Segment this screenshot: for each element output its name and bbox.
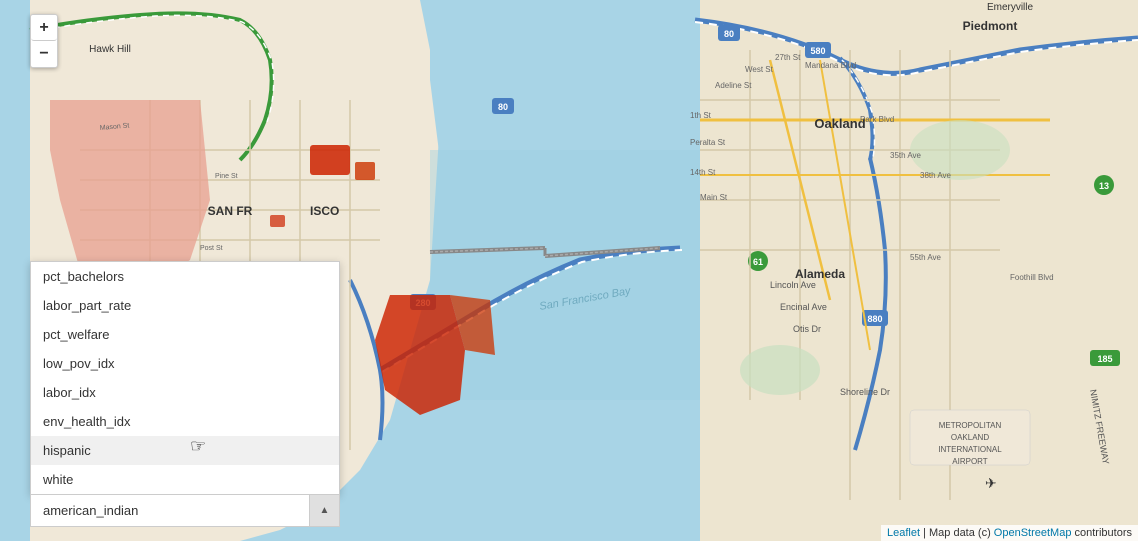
svg-text:Mandana Blvd: Mandana Blvd bbox=[805, 61, 856, 70]
attribution: Leaflet | Map data (c) OpenStreetMap con… bbox=[881, 525, 1138, 541]
svg-text:Alameda: Alameda bbox=[795, 267, 845, 281]
map-container[interactable]: 80 80 580 880 280 61 13 185 bbox=[0, 0, 1138, 541]
select-value-button[interactable]: american_indian bbox=[31, 495, 309, 526]
leaflet-link[interactable]: Leaflet bbox=[887, 527, 920, 539]
svg-text:Peralta St: Peralta St bbox=[690, 138, 726, 147]
svg-text:Shoreline Dr: Shoreline Dr bbox=[840, 387, 890, 397]
svg-text:35th Ave: 35th Ave bbox=[890, 151, 922, 160]
svg-text:Hawk Hill: Hawk Hill bbox=[89, 44, 131, 55]
menu-item-labor-idx[interactable]: labor_idx bbox=[31, 378, 339, 407]
menu-item-white[interactable]: white bbox=[31, 465, 339, 494]
svg-text:55th Ave: 55th Ave bbox=[910, 253, 942, 262]
svg-text:14th St: 14th St bbox=[690, 168, 716, 177]
svg-text:Park Blvd: Park Blvd bbox=[860, 115, 894, 124]
zoom-in-button[interactable]: + bbox=[31, 15, 57, 41]
select-arrow-button[interactable]: ▲ bbox=[309, 495, 339, 526]
svg-text:AIRPORT: AIRPORT bbox=[952, 457, 988, 466]
arrow-up-icon: ▲ bbox=[320, 505, 330, 516]
svg-text:185: 185 bbox=[1097, 354, 1112, 364]
svg-text:INTERNATIONAL: INTERNATIONAL bbox=[938, 445, 1002, 454]
svg-text:61: 61 bbox=[753, 257, 763, 267]
svg-text:OAKLAND: OAKLAND bbox=[951, 433, 989, 442]
svg-text:✈: ✈ bbox=[985, 475, 997, 491]
menu-item-low-pov-idx[interactable]: low_pov_idx bbox=[31, 349, 339, 378]
svg-text:Foothill Blvd: Foothill Blvd bbox=[1010, 273, 1054, 282]
menu-item-pct-welfare[interactable]: pct_welfare bbox=[31, 320, 339, 349]
zoom-out-button[interactable]: − bbox=[31, 41, 57, 67]
menu-item-hispanic[interactable]: hispanic bbox=[31, 436, 339, 465]
svg-text:ISCO: ISCO bbox=[310, 204, 339, 218]
menu-item-labor-part-rate[interactable]: labor_part_rate bbox=[31, 291, 339, 320]
menu-item-env-health-idx[interactable]: env_health_idx bbox=[31, 407, 339, 436]
svg-text:Piedmont: Piedmont bbox=[963, 19, 1018, 33]
svg-text:27th St: 27th St bbox=[775, 53, 801, 62]
zoom-controls: + − bbox=[30, 14, 58, 68]
attribution-separator: | Map data (c) bbox=[923, 527, 994, 539]
svg-text:1th St: 1th St bbox=[690, 111, 712, 120]
svg-text:38th Ave: 38th Ave bbox=[920, 171, 952, 180]
svg-text:Pine St: Pine St bbox=[215, 173, 238, 180]
svg-text:880: 880 bbox=[867, 314, 882, 324]
svg-text:METROPOLITAN: METROPOLITAN bbox=[939, 421, 1002, 430]
svg-text:80: 80 bbox=[724, 29, 734, 39]
svg-text:13: 13 bbox=[1099, 181, 1109, 191]
svg-text:580: 580 bbox=[810, 46, 825, 56]
svg-text:Adeline St: Adeline St bbox=[715, 81, 752, 90]
svg-text:Oakland: Oakland bbox=[814, 116, 865, 131]
select-row: american_indian ▲ bbox=[30, 494, 340, 527]
dropdown-container: pct_bachelors labor_part_rate pct_welfar… bbox=[30, 261, 340, 527]
svg-text:Otis Dr: Otis Dr bbox=[793, 324, 821, 334]
svg-text:Main St: Main St bbox=[700, 193, 728, 202]
svg-text:Post St: Post St bbox=[200, 245, 223, 252]
svg-text:80: 80 bbox=[498, 102, 508, 112]
svg-text:Encinal Ave: Encinal Ave bbox=[780, 302, 827, 312]
svg-text:SAN FR: SAN FR bbox=[208, 204, 253, 218]
svg-text:Lincoln Ave: Lincoln Ave bbox=[770, 280, 816, 290]
popup-menu: pct_bachelors labor_part_rate pct_welfar… bbox=[30, 261, 340, 495]
attribution-end: contributors bbox=[1075, 527, 1132, 539]
menu-item-pct-bachelors[interactable]: pct_bachelors bbox=[31, 262, 339, 291]
osm-link[interactable]: OpenStreetMap bbox=[994, 527, 1072, 539]
svg-text:Emeryville: Emeryville bbox=[987, 2, 1034, 13]
svg-text:West St: West St bbox=[745, 65, 774, 74]
